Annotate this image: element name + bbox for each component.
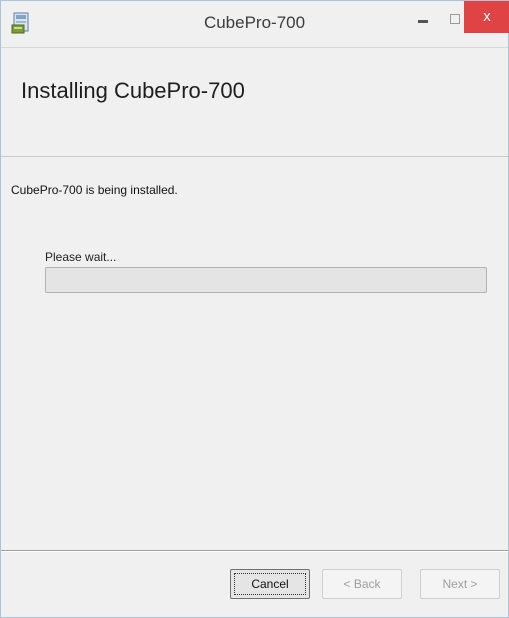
install-status-text: CubePro-700 is being installed. (11, 183, 178, 197)
title-bar[interactable]: CubePro-700 x (1, 1, 509, 48)
footer-separator (1, 550, 508, 551)
please-wait-label: Please wait... (45, 250, 117, 264)
minimize-icon (418, 20, 428, 23)
minimize-button[interactable] (406, 3, 442, 37)
close-icon: x (483, 8, 491, 25)
installer-icon (11, 11, 33, 35)
back-button-label: < Back (343, 577, 381, 591)
header-panel: Installing CubePro-700 (1, 48, 508, 157)
content-panel: CubePro-700 is being installed. Please w… (1, 157, 508, 550)
page-title: Installing CubePro-700 (21, 78, 245, 103)
installer-window: CubePro-700 x Installing CubePro-700 Cub… (0, 0, 509, 618)
cancel-button-label: Cancel (251, 577, 289, 591)
close-button[interactable]: x (464, 1, 509, 33)
maximize-icon (450, 14, 460, 24)
next-button-label: Next > (442, 577, 478, 591)
install-progress-bar (45, 267, 487, 293)
back-button[interactable]: < Back (322, 569, 402, 599)
button-bar: Cancel < Back Next > (1, 552, 508, 617)
next-button[interactable]: Next > (420, 569, 500, 599)
cancel-button[interactable]: Cancel (230, 569, 310, 599)
